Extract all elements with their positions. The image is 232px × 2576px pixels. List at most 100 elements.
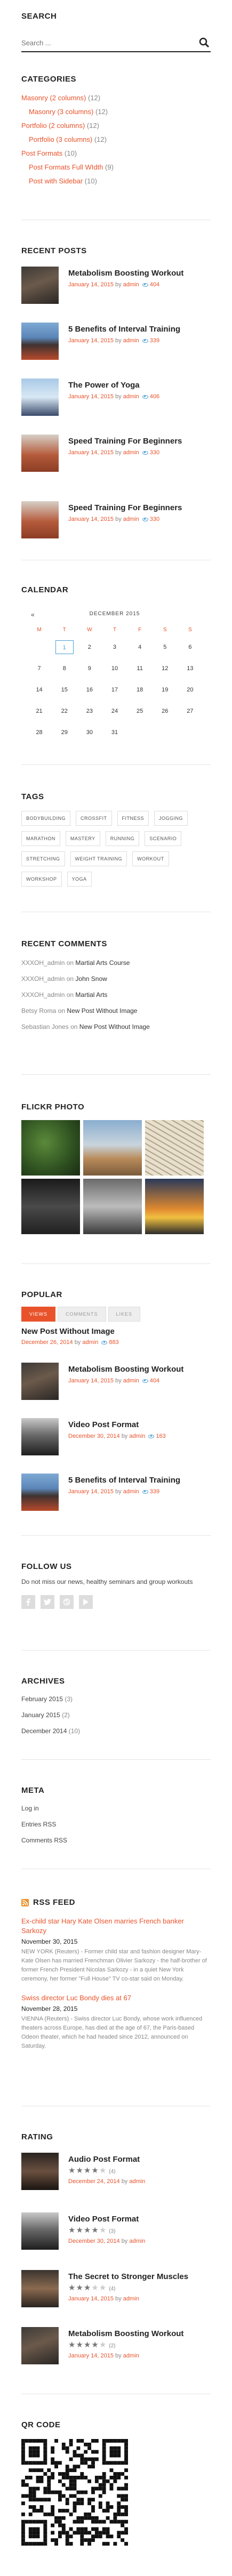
star-icon[interactable]: ★: [76, 2283, 83, 2292]
star-icon[interactable]: ★: [76, 2166, 83, 2175]
post-title[interactable]: Speed Training For Beginners: [68, 437, 182, 446]
post-author[interactable]: admin: [129, 2178, 145, 2185]
calendar-day[interactable]: 4: [127, 640, 153, 654]
post-author[interactable]: admin: [123, 1488, 139, 1495]
calendar-day[interactable]: 25: [127, 704, 153, 718]
calendar-day[interactable]: 18: [127, 683, 153, 697]
rss-item-title[interactable]: Swiss director Luc Bondy dies at 67: [21, 1993, 211, 2003]
post-thumbnail[interactable]: [21, 2153, 59, 2190]
category-link[interactable]: Portfolio (2 columns): [21, 122, 85, 130]
tag-item[interactable]: Fitness: [117, 811, 149, 826]
archive-label[interactable]: January 2015: [21, 1711, 60, 1719]
star-icon[interactable]: ★: [68, 2340, 76, 2349]
post-title[interactable]: The Power of Yoga: [68, 381, 140, 390]
star-icon[interactable]: ★: [76, 2226, 83, 2235]
recent-post-item[interactable]: 5 Benefits of Interval Training January …: [21, 323, 211, 360]
calendar-day[interactable]: 30: [77, 726, 102, 739]
comment-post-link[interactable]: New Post Without Image: [79, 1023, 150, 1031]
calendar-day[interactable]: 19: [153, 683, 178, 697]
star-icon[interactable]: ★: [91, 2226, 99, 2235]
rating-stars[interactable]: ★★★★★ (4): [68, 2283, 116, 2292]
tag-item[interactable]: Yoga: [67, 872, 92, 887]
post-title[interactable]: Audio Post Format: [68, 2155, 140, 2164]
archive-item[interactable]: January 2015 (2): [21, 1707, 211, 1723]
post-author[interactable]: admin: [123, 516, 139, 522]
calendar-day[interactable]: 14: [27, 683, 52, 697]
calendar-day[interactable]: 23: [77, 704, 102, 718]
calendar-day[interactable]: 16: [77, 683, 102, 697]
calendar-day[interactable]: 29: [52, 726, 77, 739]
post-thumbnail[interactable]: [21, 2327, 59, 2364]
tag-item[interactable]: Crossfit: [76, 811, 112, 826]
calendar-day[interactable]: 10: [102, 662, 127, 675]
post-author[interactable]: admin: [129, 2238, 145, 2244]
calendar-day[interactable]: 21: [27, 704, 52, 718]
rating-item[interactable]: The Secret to Stronger Muscles ★★★★★ (4) Ja…: [21, 2270, 211, 2307]
flickr-photo[interactable]: [145, 1179, 204, 1234]
tab-likes[interactable]: Likes: [108, 1307, 141, 1322]
calendar-day[interactable]: 31: [102, 726, 127, 739]
tag-item[interactable]: Bodybuilding: [21, 811, 71, 826]
category-link[interactable]: Post Formats Full WIdth: [29, 163, 103, 171]
meta-entries-rss-link[interactable]: Entries RSS: [21, 1816, 211, 1832]
calendar-day[interactable]: 8: [52, 662, 77, 675]
post-title[interactable]: 5 Benefits of Interval Training: [68, 1476, 180, 1485]
calendar-day[interactable]: 22: [52, 704, 77, 718]
post-title[interactable]: New Post Without Image: [21, 1327, 211, 1336]
star-icon[interactable]: ★: [68, 2226, 76, 2235]
tag-item[interactable]: Workshop: [21, 872, 62, 887]
tag-item[interactable]: Jogging: [154, 811, 188, 826]
comment-post-link[interactable]: Martial Arts Course: [75, 959, 130, 967]
post-thumbnail[interactable]: [21, 2212, 59, 2250]
tag-item[interactable]: Stretching: [21, 851, 65, 866]
tag-item[interactable]: Weight Training: [70, 851, 127, 866]
calendar-day[interactable]: 24: [102, 704, 127, 718]
search-input[interactable]: [21, 34, 192, 51]
category-link[interactable]: Masonry (2 columns): [21, 94, 86, 102]
calendar-day[interactable]: 9: [77, 662, 102, 675]
archive-item[interactable]: February 2015 (3): [21, 1691, 211, 1707]
calendar-day[interactable]: 11: [127, 662, 153, 675]
post-author[interactable]: admin: [123, 1378, 139, 1384]
search-icon[interactable]: [199, 37, 210, 48]
calendar-prev-button[interactable]: «: [31, 611, 35, 618]
post-thumbnail[interactable]: [21, 501, 59, 538]
star-icon[interactable]: ★: [84, 2283, 91, 2292]
star-icon[interactable]: ★: [99, 2166, 107, 2175]
star-icon[interactable]: ★: [68, 2166, 76, 2175]
calendar-day[interactable]: 15: [52, 683, 77, 697]
calendar-day[interactable]: 3: [102, 640, 127, 654]
meta-login-link[interactable]: Log in: [21, 1800, 211, 1816]
rating-item[interactable]: Metabolism Boosting Workout ★★★★★ (2) Janua…: [21, 2327, 211, 2364]
star-icon[interactable]: ★: [84, 2166, 91, 2175]
calendar-day[interactable]: 2: [77, 640, 102, 654]
post-author[interactable]: admin: [123, 449, 139, 456]
archive-label[interactable]: February 2015: [21, 1695, 63, 1703]
star-icon[interactable]: ★: [76, 2340, 83, 2349]
comment-post-link[interactable]: John Snow: [75, 975, 107, 983]
star-icon[interactable]: ★: [99, 2226, 107, 2235]
tab-comments[interactable]: Comments: [58, 1307, 106, 1322]
post-thumbnail[interactable]: [21, 2270, 59, 2307]
recent-post-item[interactable]: Speed Training For Beginners January 14,…: [21, 434, 211, 472]
star-icon[interactable]: ★: [84, 2226, 91, 2235]
rating-stars[interactable]: ★★★★★ (4): [68, 2166, 116, 2175]
post-author[interactable]: admin: [123, 2353, 139, 2359]
calendar-day[interactable]: 17: [102, 683, 127, 697]
comment-post-link[interactable]: Martial Arts: [75, 991, 107, 999]
post-thumbnail[interactable]: [21, 379, 59, 416]
calendar-day[interactable]: 13: [178, 662, 203, 675]
tag-item[interactable]: Workout: [132, 851, 169, 866]
tag-item[interactable]: Marathon: [21, 831, 60, 846]
post-title[interactable]: Video Post Format: [68, 2215, 139, 2224]
facebook-icon[interactable]: [21, 1595, 35, 1609]
post-author[interactable]: admin: [129, 1433, 145, 1439]
archive-label[interactable]: December 2014: [21, 1727, 67, 1735]
recent-post-item[interactable]: Metabolism Boosting Workout January 14, …: [21, 267, 211, 304]
archive-item[interactable]: December 2014 (10): [21, 1723, 211, 1739]
post-title[interactable]: Metabolism Boosting Workout: [68, 1365, 183, 1374]
calendar-day[interactable]: 6: [178, 640, 203, 654]
rss-item-title[interactable]: Ex-child star Hary Kate Olsen marries Fr…: [21, 1917, 211, 1936]
star-icon[interactable]: ★: [99, 2340, 107, 2349]
flickr-photo[interactable]: [21, 1179, 80, 1234]
